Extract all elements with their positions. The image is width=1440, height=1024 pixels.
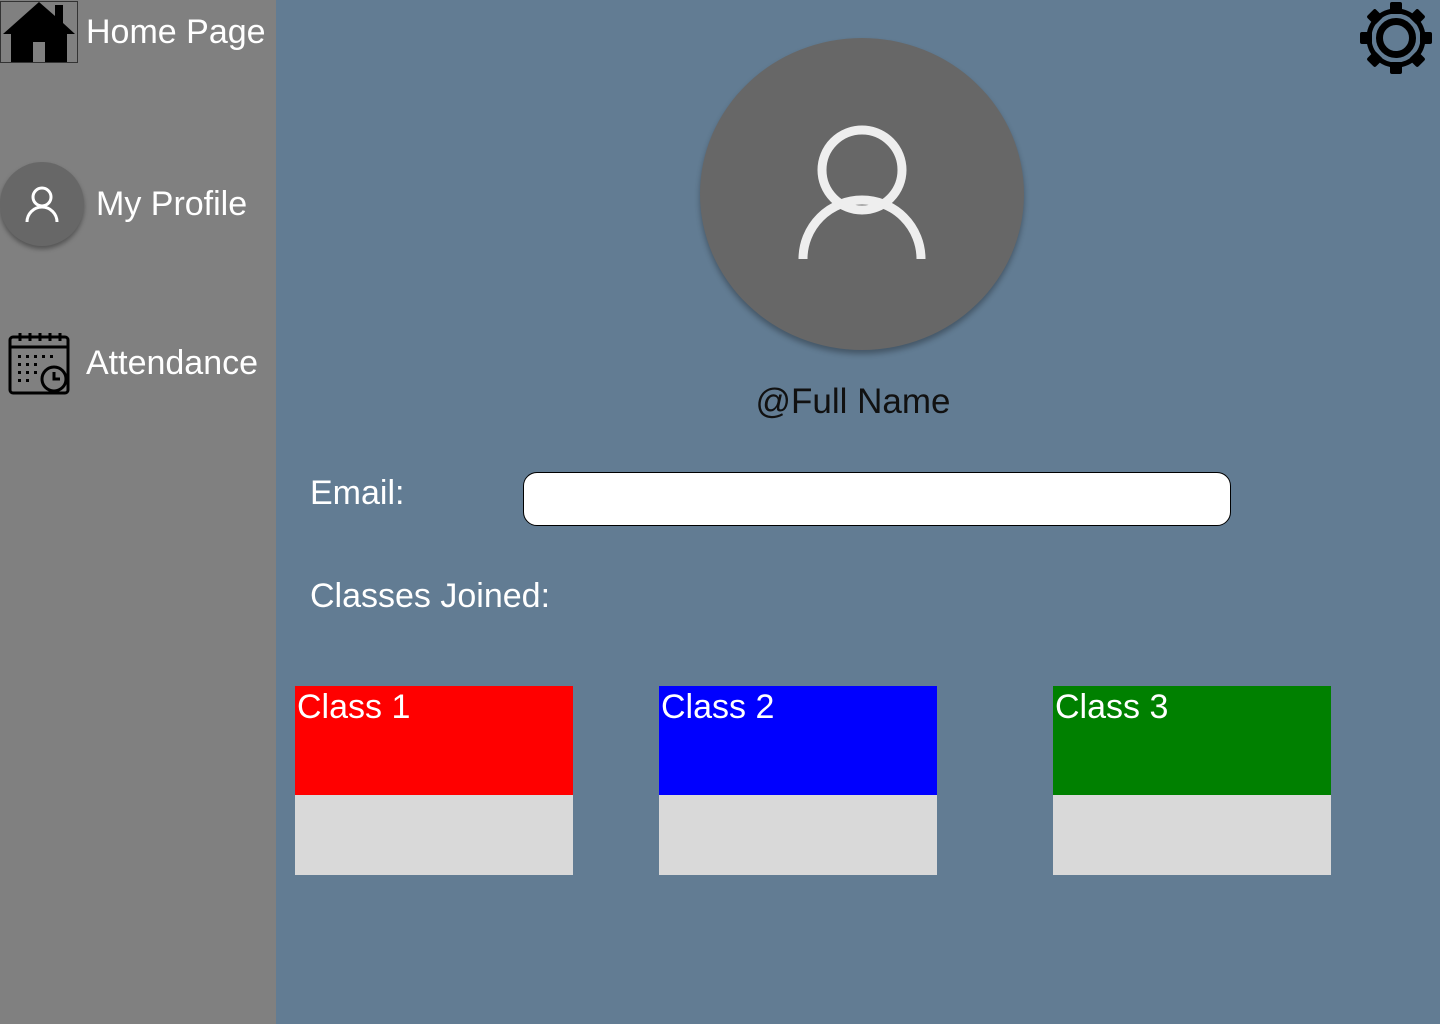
user-icon: [798, 125, 926, 260]
class-card-title: Class 3: [1055, 688, 1169, 726]
app-window: Home Page My Profile Attendance @Full Na…: [0, 0, 1440, 1024]
sidebar-item-label: Home Page: [86, 12, 266, 51]
sidebar-item-label: My Profile: [96, 184, 248, 223]
class-card-title: Class 1: [297, 688, 411, 726]
gear-icon: [1360, 2, 1432, 74]
sidebar-item-label: Attendance: [86, 343, 259, 382]
email-label: Email:: [310, 474, 405, 512]
email-field[interactable]: [523, 472, 1231, 526]
class-card-3[interactable]: Class 3: [1053, 686, 1331, 875]
profile-name: @Full Name: [755, 382, 951, 421]
class-card-1[interactable]: Class 1: [295, 686, 573, 875]
calendar-clock-icon: [8, 332, 70, 395]
class-card-title: Class 2: [661, 688, 775, 726]
home-icon: [0, 1, 78, 63]
class-card-body: [1053, 795, 1331, 875]
classes-joined-label: Classes Joined:: [310, 577, 551, 615]
sidebar-item-profile[interactable]: My Profile: [0, 160, 247, 248]
class-card-2[interactable]: Class 2: [659, 686, 937, 875]
class-card-body: [295, 795, 573, 875]
sidebar-item-attendance[interactable]: Attendance: [0, 330, 258, 396]
class-card-header: Class 3: [1053, 686, 1331, 795]
profile-avatar[interactable]: [700, 38, 1024, 350]
class-card-header: Class 2: [659, 686, 937, 795]
sidebar: Home Page My Profile Attendance: [0, 0, 276, 1024]
class-card-header: Class 1: [295, 686, 573, 795]
settings-button[interactable]: [1356, 0, 1436, 76]
user-icon: [0, 162, 84, 246]
sidebar-item-home[interactable]: Home Page: [0, 0, 266, 64]
class-card-body: [659, 795, 937, 875]
